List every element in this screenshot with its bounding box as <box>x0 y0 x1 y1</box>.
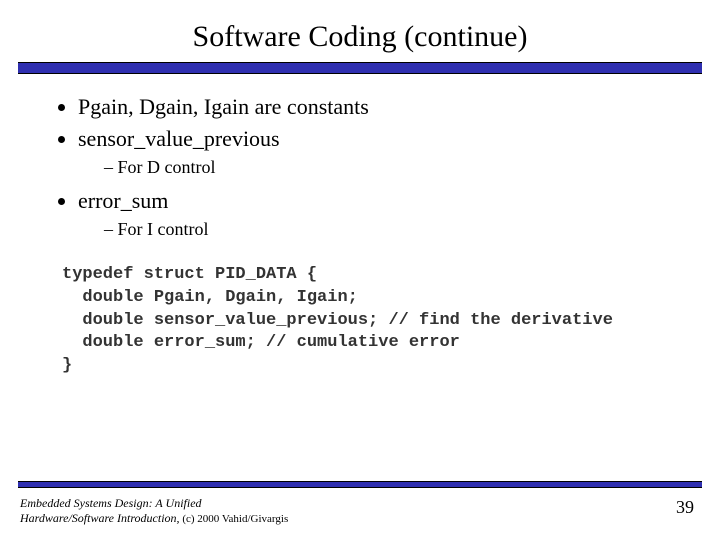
content-area: Pgain, Dgain, Igain are constants sensor… <box>0 74 720 378</box>
footer-line-part: Hardware/Software Introduction, <box>20 511 180 525</box>
footer-copyright: (c) 2000 Vahid/Givargis <box>180 513 289 525</box>
title-underline <box>18 62 702 74</box>
code-snippet: typedef struct PID_DATA { double Pgain, … <box>62 264 680 379</box>
footer-line: Embedded Systems Design: A Unified <box>20 496 288 510</box>
sub-bullet-list: For I control <box>78 217 680 241</box>
sub-bullet-item: For I control <box>104 217 680 241</box>
slide-title: Software Coding (continue) <box>0 0 720 62</box>
code-line: double sensor_value_previous; // find th… <box>62 311 613 330</box>
footer-line: Hardware/Software Introduction, (c) 2000… <box>20 511 288 526</box>
code-line: double error_sum; // cumulative error <box>62 333 460 352</box>
bullet-list: Pgain, Dgain, Igain are constants sensor… <box>60 92 680 242</box>
code-line: typedef struct PID_DATA { <box>62 265 317 284</box>
bullet-item: sensor_value_previous For D control <box>78 124 680 180</box>
bullet-item: Pgain, Dgain, Igain are constants <box>78 92 680 122</box>
footer-rule <box>18 481 702 488</box>
bullet-text: error_sum <box>78 188 168 213</box>
code-line: double Pgain, Dgain, Igain; <box>62 288 358 307</box>
sub-bullet-item: For D control <box>104 155 680 179</box>
code-line: } <box>62 356 72 375</box>
bullet-item: error_sum For I control <box>78 186 680 242</box>
bullet-text: sensor_value_previous <box>78 126 280 151</box>
footer-text: Embedded Systems Design: A Unified Hardw… <box>20 496 288 526</box>
slide: Software Coding (continue) Pgain, Dgain,… <box>0 0 720 540</box>
sub-bullet-list: For D control <box>78 155 680 179</box>
page-number: 39 <box>676 497 694 518</box>
